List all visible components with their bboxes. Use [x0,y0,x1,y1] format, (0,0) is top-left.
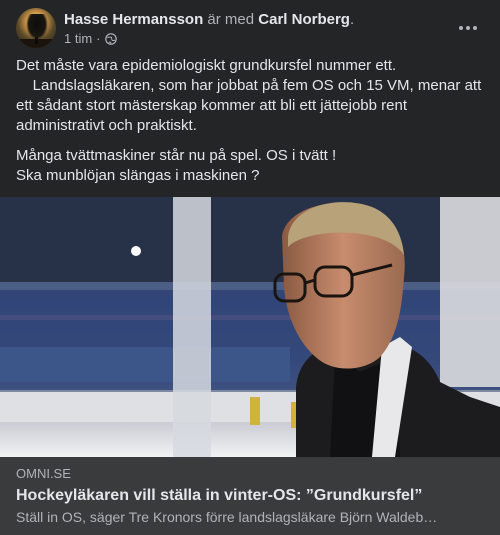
more-dot [466,26,470,30]
paragraph-line: Många tvättmaskiner står nu på spel. OS … [16,147,337,164]
paragraph-line: Landslagsläkaren, som har jobbat på fem … [16,77,486,134]
link-title[interactable]: Hockeyläkaren vill ställa in vinter-OS: … [16,485,486,506]
avatar-tree [26,14,48,40]
tagged-person[interactable]: Carl Norberg [258,11,350,28]
curtain [440,197,500,387]
post-paragraph: Många tvättmaskiner står nu på spel. OS … [16,146,486,186]
author-name[interactable]: Hasse Hermansson [64,11,203,28]
post-meta: 1 tim · [64,31,117,47]
link-preview[interactable]: OMNI.SE Hockeyläkaren vill ställa in vin… [0,457,500,535]
globe-icon[interactable] [104,33,117,45]
arena-seats [0,347,290,382]
more-dot [473,26,477,30]
meta-separator: · [96,31,101,46]
link-preview-image[interactable] [0,197,500,457]
more-dot [459,26,463,30]
post-text: Det måste vara epidemiologiskt grundkurs… [16,56,486,196]
tagged-suffix: . [349,11,355,28]
post-paragraph: Det måste vara epidemiologiskt grundkurs… [16,56,486,136]
link-description: Ställ in OS, säger Tre Kronors förre lan… [16,509,438,525]
paragraph-line: Ska munblöjan slängas i maskinen ? [16,167,260,184]
arena-light [131,246,141,256]
arena-rail [0,282,500,290]
facebook-post: Hasse Hermansson är med Carl Norberg. 1 … [0,0,500,535]
more-options-icon[interactable] [452,12,484,44]
glass-pole [173,197,211,457]
arena-roof [0,197,500,287]
background-player [250,397,260,425]
with-text: är med [207,11,255,28]
paragraph-line: Det måste vara epidemiologiskt grundkurs… [16,57,397,74]
author-line: Hasse Hermansson är med Carl Norberg. [64,10,354,29]
author-avatar[interactable] [16,8,56,48]
post-header: Hasse Hermansson är med Carl Norberg. 1 … [16,8,484,48]
link-domain: OMNI.SE [16,466,71,481]
post-time[interactable]: 1 tim [64,31,92,47]
